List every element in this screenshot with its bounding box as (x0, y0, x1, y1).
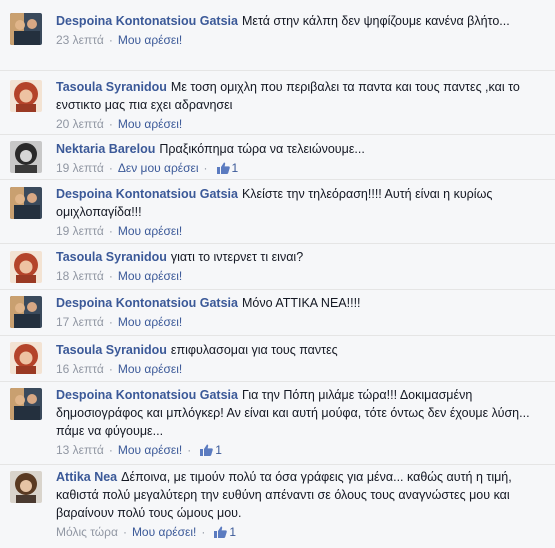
separator: · (201, 525, 206, 539)
avatar[interactable] (10, 141, 42, 173)
comment-item: Despoina Kontonatsiou Gatsia Για την Πόπη… (0, 381, 555, 465)
thumbs-up-icon (200, 444, 214, 460)
comment-item: Despoina Kontonatsiou Gatsia Μόνο ΑΤΤΙΚΑ … (0, 289, 555, 336)
comment-timestamp[interactable]: 23 λεπτά (56, 33, 104, 47)
comment-text: Πραξικόπημα τώρα να τελειώνουμε... (159, 142, 365, 156)
comment-meta: 17 λεπτά · Μου αρέσει! (56, 314, 543, 330)
separator: · (122, 525, 127, 539)
comment-item: Nektaria Barelou Πραξικόπημα τώρα να τελε… (0, 134, 555, 180)
avatar[interactable] (10, 471, 42, 503)
separator: · (108, 443, 113, 457)
comment-text: Μόνο ΑΤΤΙΚΑ ΝΕΑ!!!! (241, 296, 361, 310)
comment-timestamp[interactable]: 19 λεπτά (56, 224, 104, 238)
avatar[interactable] (10, 187, 42, 219)
separator: · (203, 161, 208, 175)
comment-meta: 18 λεπτά · Μου αρέσει! (56, 268, 543, 284)
separator: · (108, 362, 113, 376)
separator: · (108, 33, 113, 47)
comment-item: Tasoula Syranidou Με τοση ομιχλη που περι… (0, 70, 555, 135)
comment-author[interactable]: Despoina Kontonatsiou Gatsia (56, 388, 238, 402)
comment-author[interactable]: Despoina Kontonatsiou Gatsia (56, 14, 238, 28)
avatar[interactable] (10, 13, 42, 45)
separator: · (108, 315, 113, 329)
comment-item: Tasoula Syranidou επιφυλασομαι για τους π… (0, 335, 555, 382)
comment-author[interactable]: Tasoula Syranidou (56, 343, 167, 357)
comment-text: επιφυλασομαι για τους παντες (170, 343, 338, 357)
like-count[interactable]: 1 (215, 443, 222, 457)
avatar[interactable] (10, 388, 42, 420)
comment-timestamp[interactable]: 17 λεπτά (56, 315, 104, 329)
separator: · (108, 161, 113, 175)
comment-meta: Μόλις τώρα · Μου αρέσει! · 1 (56, 524, 543, 542)
like-count[interactable]: 1 (232, 161, 239, 175)
separator: · (108, 117, 113, 131)
comment-meta: 19 λεπτά · Δεν μου αρέσει · 1 (56, 160, 543, 178)
comment-timestamp[interactable]: 20 λεπτά (56, 117, 104, 131)
comment-author[interactable]: Tasoula Syranidou (56, 80, 167, 94)
comment-author[interactable]: Despoina Kontonatsiou Gatsia (56, 187, 238, 201)
like-button[interactable]: Μου αρέσει! (118, 224, 182, 238)
comment-author[interactable]: Nektaria Barelou (56, 142, 155, 156)
comment-meta: 19 λεπτά · Μου αρέσει! (56, 223, 543, 239)
comment-text: γιατι το ιντερνετ τι ειναι? (170, 250, 304, 264)
comment-meta: 16 λεπτά · Μου αρέσει! (56, 361, 543, 377)
comment-author[interactable]: Tasoula Syranidou (56, 250, 167, 264)
like-button[interactable]: Μου αρέσει! (118, 315, 182, 329)
comment-item: Tasoula Syranidou γιατι το ιντερνετ τι ει… (0, 243, 555, 290)
unlike-button[interactable]: Δεν μου αρέσει (118, 161, 199, 175)
comment-item: Attika Nea Δέποινα, με τιμούν πολύ τα όσα… (0, 464, 555, 548)
avatar[interactable] (10, 342, 42, 374)
comment-timestamp[interactable]: 16 λεπτά (56, 362, 104, 376)
comment-timestamp[interactable]: 18 λεπτά (56, 269, 104, 283)
comment-list: Despoina Kontonatsiou Gatsia Μετά στην κά… (0, 0, 555, 547)
separator: · (187, 443, 192, 457)
thumbs-up-icon (214, 526, 228, 542)
like-button[interactable]: Μου αρέσει! (132, 525, 196, 539)
separator: · (108, 269, 113, 283)
avatar[interactable] (10, 251, 42, 283)
comment-text: Μετά στην κάλπη δεν ψηφίζουμε κανένα βλή… (241, 14, 510, 28)
comment-text: Δέποινα, με τιμούν πολύ τα όσα γράφεις γ… (56, 470, 512, 520)
avatar[interactable] (10, 296, 42, 328)
comment-author[interactable]: Despoina Kontonatsiou Gatsia (56, 296, 238, 310)
comment-item: Despoina Kontonatsiou Gatsia Μετά στην κά… (0, 0, 555, 70)
comment-item: Despoina Kontonatsiou Gatsia Κλείστε την … (0, 179, 555, 244)
comment-author[interactable]: Attika Nea (56, 470, 117, 484)
comment-timestamp[interactable]: 13 λεπτά (56, 443, 104, 457)
comment-meta: 13 λεπτά · Μου αρέσει! · 1 (56, 442, 543, 460)
comment-timestamp[interactable]: Μόλις τώρα (56, 525, 118, 539)
like-button[interactable]: Μου αρέσει! (118, 117, 182, 131)
like-button[interactable]: Μου αρέσει! (118, 443, 182, 457)
comment-timestamp[interactable]: 19 λεπτά (56, 161, 104, 175)
comment-meta: 20 λεπτά · Μου αρέσει! (56, 116, 543, 132)
separator: · (108, 224, 113, 238)
comment-meta: 23 λεπτά · Μου αρέσει! (56, 32, 543, 48)
like-button[interactable]: Μου αρέσει! (118, 362, 182, 376)
avatar[interactable] (10, 80, 42, 112)
like-button[interactable]: Μου αρέσει! (118, 269, 182, 283)
like-button[interactable]: Μου αρέσει! (118, 33, 182, 47)
thumbs-up-icon (216, 162, 230, 178)
like-count[interactable]: 1 (229, 525, 236, 539)
